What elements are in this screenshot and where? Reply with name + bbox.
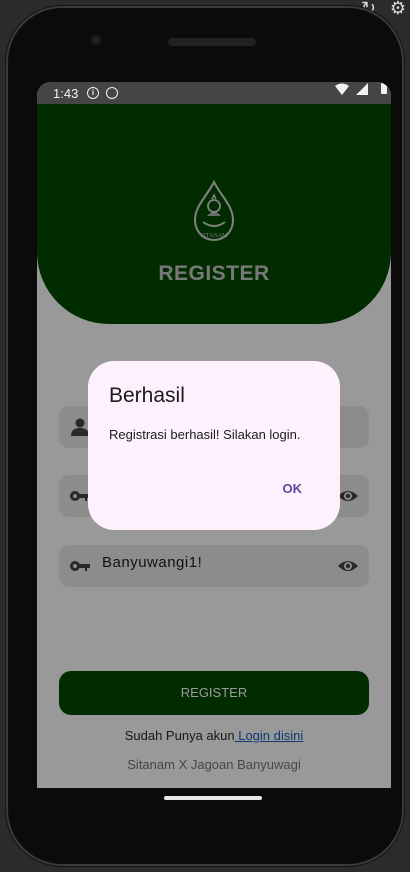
earpiece-speaker — [168, 38, 256, 46]
info-icon: i — [87, 87, 99, 99]
status-time: 1:43 — [53, 86, 79, 101]
notification-icon — [106, 87, 118, 99]
battery-icon — [381, 83, 387, 94]
app-screen: 1:43 i SITANAM REGISTER Banyuwangi1! REG… — [37, 82, 391, 788]
dialog-message: Registrasi berhasil! Silakan login. — [109, 427, 301, 442]
front-camera — [90, 34, 102, 46]
success-dialog: Berhasil Registrasi berhasil! Silakan lo… — [88, 361, 340, 530]
signal-icon — [356, 83, 368, 95]
gesture-nav-bar[interactable] — [164, 796, 262, 800]
device-frame: 1:43 i SITANAM REGISTER Banyuwangi1! REG… — [6, 6, 404, 866]
gear-icon[interactable]: ⚙ — [390, 0, 406, 19]
dialog-title: Berhasil — [109, 384, 185, 407]
ok-button[interactable]: OK — [277, 479, 309, 498]
wifi-icon — [335, 83, 349, 95]
status-bar: 1:43 i — [37, 82, 391, 104]
